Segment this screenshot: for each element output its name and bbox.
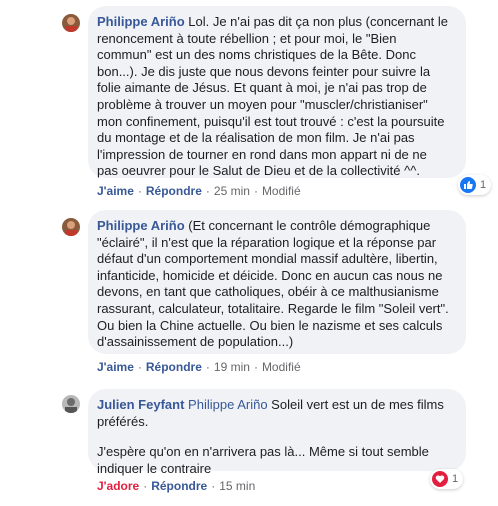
love-reaction-icon xyxy=(432,471,448,487)
like-button[interactable]: J'aime xyxy=(97,184,134,198)
mention-link[interactable]: Philippe Ariño xyxy=(188,397,268,412)
avatar[interactable] xyxy=(62,218,80,236)
timestamp[interactable]: 15 min xyxy=(219,479,255,493)
reaction-count: 1 xyxy=(452,473,459,485)
timestamp[interactable]: 19 min xyxy=(214,360,250,374)
comment-text: (Et concernant le contrôle démographique… xyxy=(97,218,449,350)
comment-actions: J'adore · Répondre · 15 min xyxy=(97,479,256,493)
timestamp[interactable]: 25 min xyxy=(214,184,250,198)
comment-author[interactable]: Julien Feyfant xyxy=(97,397,184,412)
reply-button[interactable]: Répondre xyxy=(151,479,207,493)
like-reaction-icon xyxy=(460,177,476,193)
comment-bubble: Philippe Ariño Lol. Je n'ai pas dit ça n… xyxy=(88,6,466,178)
like-button[interactable]: J'aime xyxy=(97,360,134,374)
reaction-badge[interactable]: 1 xyxy=(458,175,492,195)
love-button[interactable]: J'adore xyxy=(97,479,139,493)
comment-author[interactable]: Philippe Ariño xyxy=(97,14,185,29)
comment-bubble: Julien Feyfant Philippe Ariño Soleil ver… xyxy=(88,389,466,476)
reaction-badge[interactable]: 1 xyxy=(430,469,464,489)
comment-actions: J'aime · Répondre · 25 min · Modifié xyxy=(97,184,301,198)
comment-bubble: Philippe Ariño (Et concernant le contrôl… xyxy=(88,210,466,354)
comment-actions: J'aime · Répondre · 19 min · Modifié xyxy=(97,360,301,374)
reply-button[interactable]: Répondre xyxy=(146,184,202,198)
avatar[interactable] xyxy=(62,395,80,413)
avatar-philippe-icon xyxy=(62,218,80,236)
comment-text-2: J'espère qu'on en n'arrivera pas là... M… xyxy=(97,444,429,476)
avatar-julien-icon xyxy=(62,395,80,413)
comment-text: Lol. Je n'ai pas dit ça non plus (concer… xyxy=(97,14,449,179)
avatar[interactable] xyxy=(62,14,80,32)
edited-label[interactable]: Modifié xyxy=(262,184,301,198)
reaction-count: 1 xyxy=(480,179,487,191)
avatar-philippe-icon xyxy=(62,14,80,32)
comment-author[interactable]: Philippe Ariño xyxy=(97,218,185,233)
edited-label[interactable]: Modifié xyxy=(262,360,301,374)
reply-button[interactable]: Répondre xyxy=(146,360,202,374)
